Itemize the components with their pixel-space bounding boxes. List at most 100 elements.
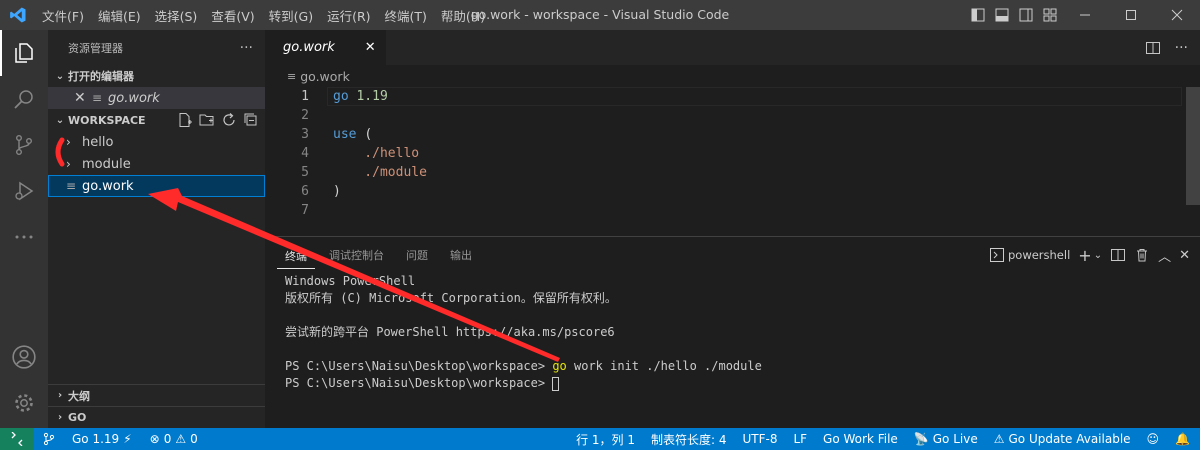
new-folder-icon[interactable] [199, 112, 215, 128]
toggle-panel-icon[interactable] [990, 0, 1014, 30]
menu-go[interactable]: 转到(G) [262, 6, 320, 25]
split-editor-icon[interactable] [1145, 40, 1161, 56]
collapse-all-icon[interactable] [243, 112, 259, 128]
more-views-icon[interactable] [0, 214, 48, 260]
breadcrumb-file[interactable]: go.work [300, 69, 350, 84]
tab-size-status[interactable]: 制表符长度: 4 [651, 431, 727, 448]
explorer-icon[interactable] [0, 30, 48, 76]
encoding-status[interactable]: UTF-8 [742, 432, 777, 446]
line-number: 6 [301, 184, 309, 199]
terminal-command-line: PS C:\Users\Naisu\Desktop\workspace> go … [285, 359, 762, 373]
code-line[interactable]: 3 use ( [265, 125, 1200, 144]
menu-run[interactable]: 运行(R) [320, 6, 377, 25]
tab-go-work[interactable]: go.work ✕ [265, 30, 386, 65]
more-actions-button[interactable]: ··· [1175, 40, 1188, 56]
source-control-icon[interactable] [0, 122, 48, 168]
menu-view[interactable]: 查看(V) [204, 6, 261, 25]
tree-folder-hello[interactable]: › hello [48, 131, 265, 153]
toggle-sidebar-icon[interactable] [966, 0, 990, 30]
workspace-title: WORKSPACE [68, 113, 146, 127]
menu-help[interactable]: 帮助(H) [434, 6, 492, 25]
close-tab-icon[interactable]: ✕ [365, 40, 376, 55]
code-text: ./module [333, 165, 427, 180]
eol-status[interactable]: LF [793, 432, 807, 446]
language-mode-status[interactable]: Go Work File [823, 432, 898, 446]
go-update-label: Go Update Available [1008, 432, 1131, 446]
terminal-line: Windows PowerShell [285, 274, 416, 288]
maximize-icon[interactable] [1108, 0, 1154, 30]
run-debug-icon[interactable] [0, 168, 48, 214]
lightning-icon: ⚡ [123, 432, 132, 446]
toggle-secondary-sidebar-icon[interactable] [1014, 0, 1038, 30]
code-line[interactable]: 7 [265, 201, 1200, 220]
tab-problems[interactable]: 问题 [398, 237, 436, 273]
go-version-status[interactable]: Go 1.19 ⚡ [42, 432, 132, 446]
tab-debug-console[interactable]: 调试控制台 [321, 237, 392, 273]
refresh-icon[interactable] [221, 112, 237, 128]
code-editor[interactable]: 1 go 1.19 2 3 use (4 ./hello 5 ./module 6) 7 [265, 87, 1200, 220]
go-update-status[interactable]: ⚠ Go Update Available [994, 432, 1131, 446]
terminal-prompt-line[interactable]: PS C:\Users\Naisu\Desktop\workspace> [285, 375, 1200, 392]
customize-layout-icon[interactable] [1038, 0, 1062, 30]
explorer-more-button[interactable]: ··· [240, 40, 253, 56]
new-terminal-plus-icon[interactable]: + [1078, 246, 1091, 265]
manage-gear-icon[interactable] [0, 380, 48, 426]
chevron-up-icon[interactable]: ︿ [1158, 246, 1171, 265]
remote-indicator-icon[interactable] [0, 428, 34, 450]
menu-edit[interactable]: 编辑(E) [91, 6, 148, 25]
code-text: use ( [333, 127, 373, 142]
error-count: 0 [163, 432, 172, 446]
close-panel-icon[interactable]: ✕ [1179, 248, 1190, 263]
chevron-right-icon: › [66, 157, 71, 171]
terminal-output[interactable]: Windows PowerShell 版权所有 (C) Microsoft Cor… [265, 273, 1200, 392]
code-line[interactable]: 2 [265, 106, 1200, 125]
trash-icon[interactable] [1134, 247, 1150, 263]
code-text: ) [333, 184, 341, 199]
tree-folder-module[interactable]: › module [48, 153, 265, 175]
chevron-right-icon: › [57, 390, 63, 401]
terminal-shell-selector[interactable]: powershell [989, 248, 1070, 262]
explorer-title: 资源管理器 [68, 41, 123, 55]
close-editor-icon[interactable]: ✕ [74, 90, 92, 106]
open-editor-label: go.work [108, 90, 160, 106]
cursor-position[interactable]: 行 1，列 1 [576, 431, 635, 448]
menu-selection[interactable]: 选择(S) [148, 6, 205, 25]
minimize-icon[interactable] [1062, 0, 1108, 30]
code-line[interactable]: 6) [265, 182, 1200, 201]
tree-file-go-work[interactable]: ≡ go.work [48, 175, 265, 197]
accounts-icon[interactable] [0, 334, 48, 380]
workspace-section[interactable]: ⌄ WORKSPACE [48, 109, 265, 131]
code-line[interactable]: 5 ./module [265, 163, 1200, 182]
editor-area: go.work ✕ ··· ≡ go.work 1 go 1.19 2 3 use (4… [265, 30, 1200, 236]
menu-file[interactable]: 文件(F) [35, 6, 91, 25]
line-number: 4 [301, 146, 309, 161]
title-bar: 文件(F) 编辑(E) 选择(S) 查看(V) 转到(G) 运行(R) 终端(T… [0, 0, 1200, 30]
feedback-icon[interactable]: ☺ [1147, 432, 1160, 446]
code-text: ./hello [333, 146, 420, 161]
new-file-icon[interactable] [177, 112, 193, 128]
go-section[interactable]: › GO [48, 406, 265, 428]
editor-tabs: go.work ✕ ··· [265, 30, 1200, 65]
editor-scrollbar[interactable] [1186, 87, 1200, 205]
menu-terminal[interactable]: 终端(T) [378, 6, 434, 25]
close-window-icon[interactable] [1154, 0, 1200, 30]
problems-status[interactable]: ⊗ 0 ⚠ 0 [150, 432, 198, 446]
file-label: go.work [82, 178, 134, 194]
chevron-right-icon: › [57, 412, 63, 423]
menu-bar: 文件(F) 编辑(E) 选择(S) 查看(V) 转到(G) 运行(R) 终端(T… [35, 0, 492, 30]
folder-label: hello [82, 134, 114, 150]
go-live-status[interactable]: 📡 Go Live [914, 432, 978, 446]
tab-output[interactable]: 输出 [442, 237, 480, 273]
split-terminal-icon[interactable] [1110, 247, 1126, 263]
code-line[interactable]: 4 ./hello [265, 144, 1200, 163]
search-icon[interactable] [0, 76, 48, 122]
outline-section[interactable]: › 大纲 [48, 384, 265, 406]
open-editors-section[interactable]: ⌄ 打开的编辑器 [48, 65, 265, 87]
tab-terminal[interactable]: 终端 [277, 243, 315, 269]
chevron-down-icon[interactable]: ⌄ [1094, 250, 1102, 261]
open-editor-item[interactable]: ✕ ≡ go.work [48, 87, 265, 109]
notifications-bell-icon[interactable]: 🔔 [1175, 432, 1190, 446]
line-number: 7 [301, 203, 309, 218]
